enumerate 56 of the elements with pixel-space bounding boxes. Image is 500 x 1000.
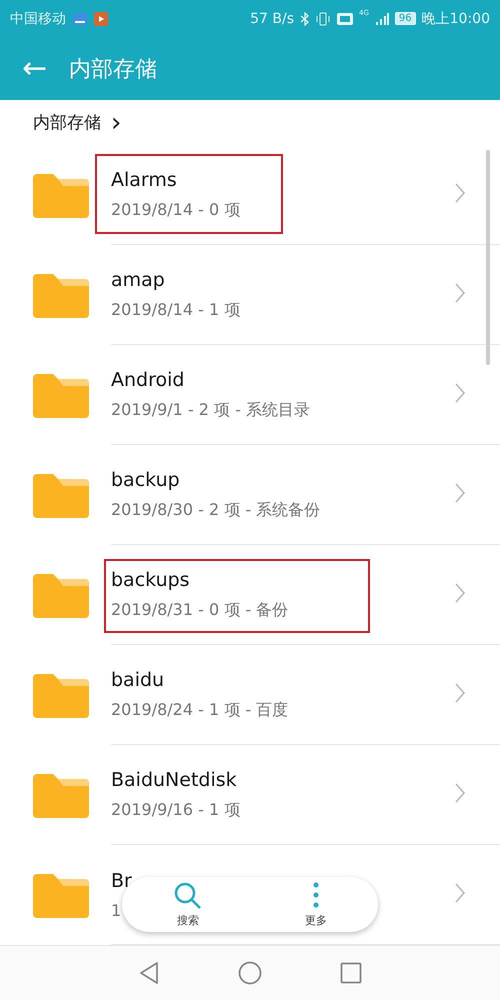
network-speed: 57 B/s <box>250 10 294 26</box>
bluetooth-icon <box>300 12 310 26</box>
folder-icon <box>33 172 89 218</box>
recents-nav-icon[interactable] <box>340 962 362 984</box>
chevron-right-icon[interactable] <box>454 282 466 304</box>
breadcrumb-link[interactable]: 内部存储 <box>33 111 101 134</box>
chevron-right-icon[interactable] <box>454 482 466 504</box>
folder-name: backup <box>111 468 181 490</box>
folder-icon <box>33 772 89 818</box>
folder-name: amap <box>111 268 166 290</box>
chevron-right-icon[interactable] <box>454 682 466 704</box>
folder-name: backups <box>111 568 191 590</box>
back-nav-icon[interactable] <box>138 961 160 985</box>
folder-name: baidu <box>111 668 166 690</box>
search-icon <box>173 881 203 911</box>
folder-details: 1 <box>111 900 122 920</box>
folder-icon <box>33 672 89 718</box>
signal-icon <box>374 12 389 26</box>
scrollbar[interactable] <box>486 150 490 365</box>
folder-name: BaiduNetdisk <box>111 768 238 790</box>
battery-level: 96 <box>394 12 416 25</box>
folder-details: 2019/9/16 - 1 项 <box>111 800 242 820</box>
folder-icon <box>33 572 89 618</box>
chevron-right-icon[interactable] <box>454 882 466 904</box>
chevron-right-icon[interactable] <box>454 382 466 404</box>
folder-icon <box>33 372 89 418</box>
folder-details: 2019/8/14 - 1 项 <box>111 300 242 320</box>
chevron-right-icon[interactable] <box>454 582 466 604</box>
folder-details: 2019/8/24 - 1 项 - 百度 <box>111 700 290 720</box>
carrier-name: 中国移动 <box>10 10 66 28</box>
home-nav-icon[interactable] <box>238 961 262 985</box>
chevron-right-icon[interactable] <box>454 182 466 204</box>
folder-row[interactable]: backup 2019/8/30 - 2 项 - 系统备份 <box>0 445 500 545</box>
search-button[interactable]: 搜索 <box>173 881 203 928</box>
folder-details: 2019/8/30 - 2 项 - 系统备份 <box>111 500 322 520</box>
folder-name: Br <box>111 870 133 892</box>
chevron-right-icon[interactable] <box>454 782 466 804</box>
app-notification-icon <box>72 12 88 26</box>
folder-icon <box>33 872 89 918</box>
folder-details: 2019/8/31 - 0 项 - 备份 <box>111 600 290 620</box>
folder-row[interactable]: Android 2019/9/1 - 2 项 - 系统目录 <box>0 345 500 445</box>
screen-title: 内部存储 <box>69 56 158 84</box>
video-notification-icon <box>94 12 108 26</box>
vibrate-icon <box>315 12 332 26</box>
folder-name: Android <box>111 368 186 390</box>
more-button[interactable]: 更多 <box>305 881 327 928</box>
folder-row[interactable]: baidu 2019/8/24 - 1 项 - 百度 <box>0 645 500 745</box>
clock-time: 晚上10:00 <box>422 10 490 28</box>
folder-name: Alarms <box>111 168 178 190</box>
folder-icon <box>33 272 89 318</box>
hd-icon <box>337 12 354 24</box>
breadcrumb-separator: › <box>111 110 122 136</box>
folder-icon <box>33 472 89 518</box>
folder-details: 2019/9/1 - 2 项 - 系统目录 <box>111 400 312 420</box>
folder-details: 2019/8/14 - 0 项 <box>111 200 242 220</box>
folder-row[interactable]: BaiduNetdisk 2019/9/16 - 1 项 <box>0 745 500 845</box>
